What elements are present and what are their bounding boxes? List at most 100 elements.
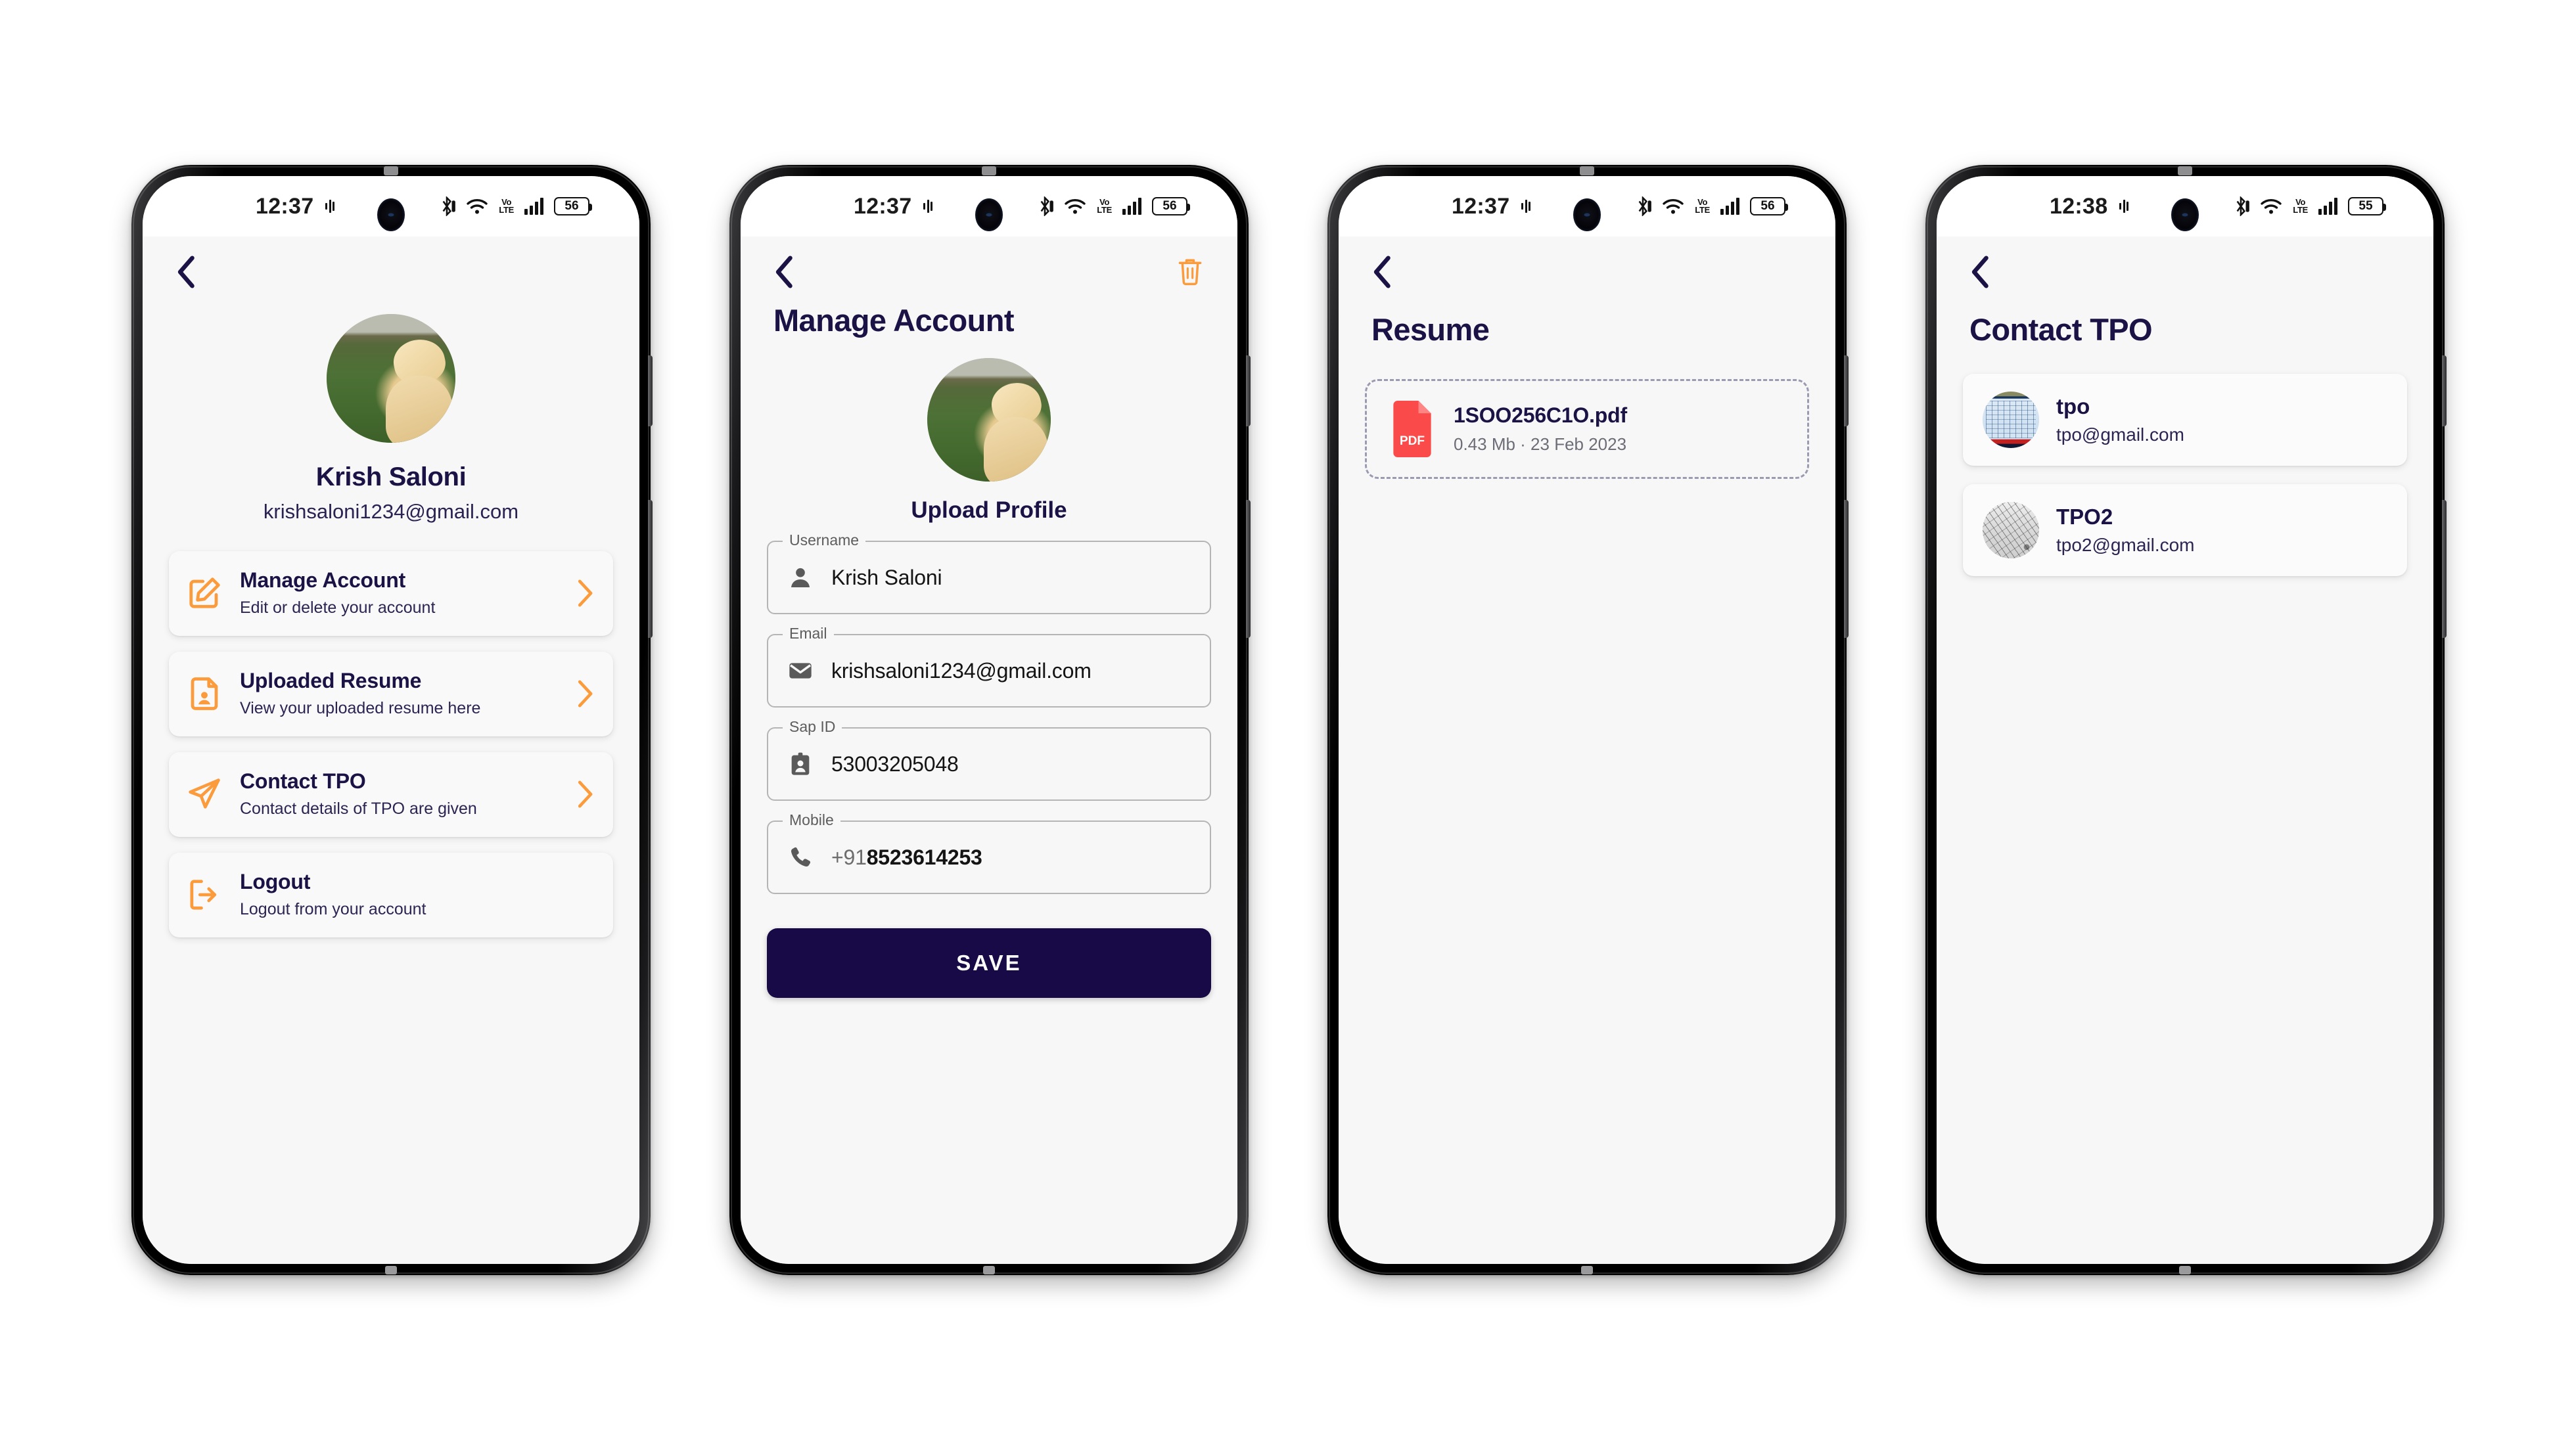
app-topbar (169, 236, 613, 289)
side-buttons[interactable] (1246, 355, 1251, 723)
upload-profile-label[interactable]: Upload Profile (767, 497, 1211, 524)
save-button[interactable]: SAVE (767, 928, 1211, 998)
front-camera-punch-hole (377, 198, 405, 231)
status-bar-right: Vo LTE 55 (2232, 196, 2386, 216)
phone-mockup-resume: 12:37 Vo LTE 56 Resume PDF 1SOO256C1O.pd… (1327, 165, 1849, 1275)
cellular-signal-icon (2318, 198, 2337, 215)
person-icon (787, 564, 814, 591)
recording-indicator-icon (923, 199, 933, 214)
menu-item-manage-account[interactable]: Manage Account Edit or delete your accou… (169, 551, 613, 636)
mobile-field[interactable]: Mobile +918523614253 (767, 811, 1211, 894)
menu-item-logout[interactable]: Logout Logout from your account (169, 853, 613, 937)
menu-item-text: Contact TPO Contact details of TPO are g… (240, 769, 559, 819)
app-content: Resume PDF 1SOO256C1O.pdf 0.43 Mb · 23 F… (1339, 236, 1835, 1264)
recording-indicator-icon (325, 199, 335, 214)
menu-item-subtitle: View your uploaded resume here (240, 699, 481, 717)
status-bar-left: 12:37 (854, 193, 933, 219)
back-icon[interactable] (773, 255, 796, 289)
profile-name: Krish Saloni (315, 462, 467, 491)
status-bar: 12:37 Vo LTE 56 (741, 176, 1237, 236)
front-camera-punch-hole (2171, 198, 2199, 231)
menu-item-subtitle: Edit or delete your account (240, 598, 436, 617)
edit-square-icon (186, 575, 223, 612)
back-icon[interactable] (1371, 255, 1394, 289)
volte-icon: Vo LTE (1695, 196, 1710, 215)
paper-plane-icon (186, 776, 223, 813)
menu-item-contact-tpo[interactable]: Contact TPO Contact details of TPO are g… (169, 752, 613, 837)
back-icon[interactable] (175, 255, 198, 289)
sapid-field[interactable]: Sap ID 53003205048 (767, 718, 1211, 801)
menu-item-subtitle: Contact details of TPO are given (240, 799, 477, 818)
list-item[interactable]: tpo tpo@gmail.com (1963, 374, 2407, 466)
svg-text:PDF: PDF (1400, 434, 1425, 448)
menu-item-text: Manage Account Edit or delete your accou… (240, 568, 559, 618)
chevron-right-icon (578, 680, 593, 707)
wifi-icon (1065, 199, 1086, 214)
avatar[interactable] (927, 358, 1051, 482)
clock: 12:37 (854, 193, 912, 219)
page-title: Resume (1371, 312, 1490, 347)
avatar (1983, 502, 2039, 558)
menu-item-title: Uploaded Resume (240, 669, 422, 692)
chevron-right-icon (578, 579, 593, 606)
app-content: Manage Account Upload Profile Username K… (741, 236, 1237, 1264)
status-bar: 12:37 Vo LTE 56 (1339, 176, 1835, 236)
avatar (1983, 392, 2039, 448)
badge-icon (787, 750, 814, 778)
status-bar: 12:38 Vo LTE 55 (1937, 176, 2433, 236)
screen-profile: 12:37 Vo LTE 56 Krish Saloni krishsaloni… (143, 176, 639, 1264)
username-value: Krish Saloni (831, 565, 942, 589)
email-field[interactable]: Email krishsaloni1234@gmail.com (767, 625, 1211, 708)
logout-icon (186, 876, 223, 913)
list-item[interactable]: TPO2 tpo2@gmail.com (1963, 484, 2407, 576)
screen-resume: 12:37 Vo LTE 56 Resume PDF 1SOO256C1O.pd… (1339, 176, 1835, 1264)
battery-level: 56 (564, 199, 579, 213)
tpo-email: tpo2@gmail.com (2056, 535, 2195, 555)
side-buttons[interactable] (648, 355, 653, 723)
cellular-signal-icon (1720, 198, 1739, 215)
side-buttons[interactable] (2442, 355, 2447, 723)
menu-item-title: Logout (240, 870, 311, 893)
username-field[interactable]: Username Krish Saloni (767, 531, 1211, 614)
side-buttons[interactable] (1844, 355, 1849, 723)
battery-icon: 56 (554, 197, 592, 215)
tpo-name: TPO2 (2056, 505, 2113, 529)
avatar (327, 314, 455, 443)
back-icon[interactable] (1969, 255, 1992, 289)
tpo-contact-info: tpo tpo@gmail.com (2056, 394, 2184, 445)
page-title: Manage Account (773, 303, 1015, 338)
trash-icon[interactable] (1176, 256, 1205, 288)
mobile-label: Mobile (783, 811, 840, 829)
resume-file-card[interactable]: PDF 1SOO256C1O.pdf 0.43 Mb · 23 Feb 2023 (1365, 379, 1809, 479)
front-camera-punch-hole (975, 198, 1003, 231)
mobile-value: +918523614253 (831, 845, 982, 870)
menu-item-subtitle: Logout from your account (240, 900, 426, 918)
bottom-speaker (983, 1266, 995, 1274)
status-bar-left: 12:37 (256, 194, 335, 219)
envelope-icon (787, 657, 814, 685)
volte-icon: Vo LTE (499, 196, 514, 215)
menu-item-text: Logout Logout from your account (240, 870, 593, 919)
screen-contact-tpo: 12:38 Vo LTE 55 Contact TPO tpo tpo@gmai… (1937, 176, 2433, 1264)
menu-item-title: Contact TPO (240, 769, 366, 793)
email-label: Email (783, 625, 834, 642)
battery-icon: 56 (1152, 197, 1190, 215)
status-bar: 12:37 Vo LTE 56 (143, 176, 639, 236)
page-title: Contact TPO (1969, 312, 2153, 347)
bluetooth-icon (1040, 196, 1054, 216)
status-bar-left: 12:37 (1452, 193, 1531, 219)
sapid-value: 53003205048 (831, 752, 959, 776)
menu-item-text: Uploaded Resume View your uploaded resum… (240, 669, 559, 718)
menu-item-uploaded-resume[interactable]: Uploaded Resume View your uploaded resum… (169, 652, 613, 736)
bluetooth-icon (1638, 196, 1652, 216)
battery-level: 55 (2358, 199, 2373, 213)
pdf-file-icon: PDF (1393, 401, 1431, 457)
tpo-email: tpo@gmail.com (2056, 424, 2184, 445)
wifi-icon (2261, 199, 2282, 214)
status-bar-left: 12:38 (2050, 194, 2129, 219)
battery-level: 56 (1162, 199, 1177, 213)
volte-icon: Vo LTE (2293, 196, 2308, 215)
app-topbar (1365, 236, 1809, 289)
clock: 12:37 (1452, 193, 1510, 219)
screenshot-canvas: 12:37 Vo LTE 56 Krish Saloni krishsaloni… (0, 0, 2576, 1440)
